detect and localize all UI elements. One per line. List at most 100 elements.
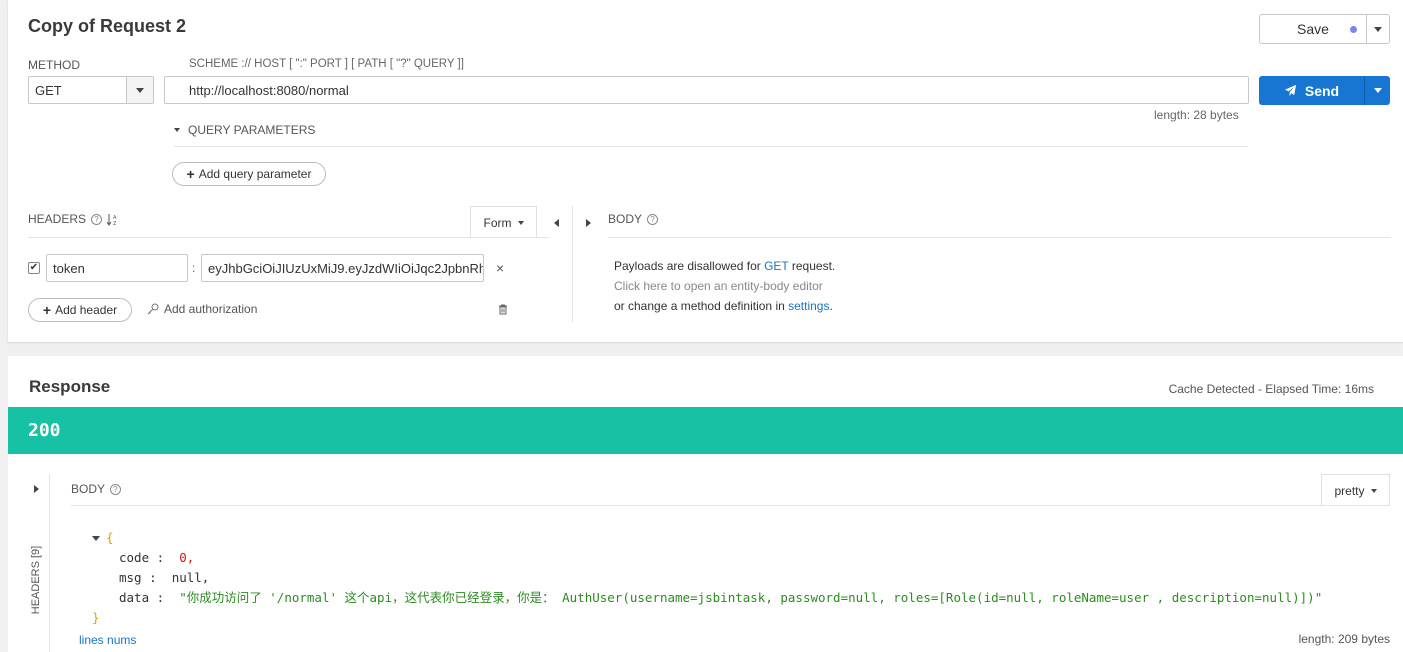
- body-change-suffix: .: [829, 299, 833, 313]
- save-button-group: Save: [1259, 14, 1390, 44]
- settings-link[interactable]: settings: [788, 299, 829, 313]
- expand-headers-button[interactable]: [34, 482, 39, 496]
- header-name-input[interactable]: token: [46, 254, 188, 282]
- remove-header-icon[interactable]: ×: [496, 260, 504, 276]
- lines-nums-link[interactable]: lines nums: [79, 633, 136, 647]
- format-select[interactable]: pretty: [1321, 474, 1390, 506]
- divider: [28, 237, 549, 238]
- headers-mode: Form: [483, 215, 512, 230]
- paper-plane-icon: [1284, 84, 1296, 97]
- json-viewer: { code : 0, msg : null, data : "你成功访问了 '…: [92, 528, 1322, 628]
- sort-icon[interactable]: AZ: [107, 213, 119, 226]
- collapse-headers-button[interactable]: [554, 216, 559, 230]
- pane-splitter[interactable]: [572, 206, 573, 322]
- body-change-prefix: or change a method definition in: [614, 299, 789, 313]
- collapse-json-icon[interactable]: [92, 535, 100, 541]
- chevron-down-icon: [1370, 488, 1377, 493]
- json-root-line: {: [92, 528, 1322, 548]
- add-query-label: Add query parameter: [198, 167, 312, 181]
- body-msg-prefix: Payloads are disallowed for: [614, 259, 765, 273]
- request-title[interactable]: Copy of Request 2: [28, 16, 186, 37]
- url-input[interactable]: http://localhost:8080/normal: [164, 76, 1249, 104]
- add-authorization-link[interactable]: Add authorization: [147, 302, 257, 316]
- cache-info: Cache Detected - Elapsed Time: 16ms: [1168, 382, 1374, 396]
- json-value-string[interactable]: "你成功访问了 '/normal' 这个api，这代表你已经登录，你是： Aut…: [179, 590, 1322, 605]
- chevron-right-icon: [586, 219, 591, 227]
- body-msg-line-1: Payloads are disallowed for GET request.: [614, 256, 835, 276]
- headers-heading: HEADERS ? AZ: [28, 212, 119, 226]
- send-button-group: Send: [1259, 76, 1390, 105]
- url-length: length: 28 bytes: [1154, 108, 1239, 122]
- method-dropdown-toggle[interactable]: [126, 77, 153, 103]
- body-msg-method: GET: [764, 259, 789, 273]
- header-separator: :: [192, 261, 196, 275]
- json-key: code: [119, 550, 150, 565]
- response-body-heading: BODY ?: [71, 482, 122, 496]
- chevron-down-icon: [1374, 26, 1382, 32]
- json-close-brace: }: [92, 610, 100, 625]
- trash-icon[interactable]: [498, 304, 508, 315]
- checkmark-icon: ✔: [29, 262, 39, 273]
- response-length: length: 209 bytes: [1298, 632, 1390, 646]
- add-header-label: Add header: [55, 303, 118, 317]
- add-header-button[interactable]: + Add header: [28, 298, 132, 322]
- chevron-down-icon: [174, 128, 180, 132]
- request-panel: Copy of Request 2 Save METHOD SCHEME ://…: [8, 0, 1403, 342]
- json-open-brace: {: [106, 530, 114, 545]
- method-select[interactable]: GET: [28, 76, 154, 104]
- divider: [49, 474, 50, 652]
- header-value-input[interactable]: eyJhbGciOiJIUzUxMiJ9.eyJzdWIiOiJqc2JpbnR…: [201, 254, 484, 282]
- save-dropdown-toggle[interactable]: [1367, 26, 1389, 32]
- help-icon[interactable]: ?: [110, 483, 122, 495]
- chevron-down-icon: [136, 87, 144, 93]
- json-key: data: [119, 590, 150, 605]
- response-body-label: BODY: [71, 482, 106, 496]
- body-disabled-message: Payloads are disallowed for GET request.…: [614, 256, 835, 316]
- method-value: GET: [35, 82, 62, 98]
- expand-body-button[interactable]: [586, 216, 591, 230]
- query-params-label: QUERY PARAMETERS: [188, 123, 316, 137]
- json-field: data : "你成功访问了 '/normal' 这个api，这代表你已经登录，…: [119, 590, 1323, 605]
- body-heading: BODY ?: [608, 212, 659, 226]
- json-close-line: }: [92, 608, 1322, 628]
- send-label: Send: [1304, 82, 1340, 99]
- divider: [174, 146, 1248, 147]
- unsaved-dot-icon: [1350, 26, 1357, 33]
- chevron-right-icon: [34, 485, 39, 493]
- body-msg-line-3: or change a method definition in setting…: [614, 296, 835, 316]
- open-body-editor-link[interactable]: Click here to open an entity-body editor: [614, 276, 835, 296]
- headers-side-tab[interactable]: HEADERS [9]: [30, 545, 42, 615]
- json-field: code : 0,: [119, 550, 195, 565]
- response-panel: Response Cache Detected - Elapsed Time: …: [8, 356, 1403, 652]
- add-query-parameter-button[interactable]: + Add query parameter: [172, 162, 326, 186]
- chevron-left-icon: [554, 219, 559, 227]
- query-params-toggle[interactable]: QUERY PARAMETERS: [174, 123, 315, 137]
- response-title: Response: [29, 377, 111, 396]
- json-key: msg: [119, 570, 142, 585]
- body-label: BODY: [608, 212, 643, 226]
- header-enabled-checkbox[interactable]: ✔: [28, 262, 40, 274]
- send-dropdown-toggle[interactable]: [1365, 76, 1390, 105]
- chevron-down-icon: [517, 220, 524, 225]
- status-bar: 200: [8, 407, 1403, 454]
- divider: [608, 237, 1391, 238]
- send-button[interactable]: Send: [1259, 76, 1365, 105]
- svg-text:Z: Z: [113, 221, 117, 226]
- format-value: pretty: [1334, 483, 1365, 498]
- plus-icon: +: [42, 302, 52, 318]
- headers-label: HEADERS: [28, 212, 87, 226]
- save-label: Save: [1297, 21, 1329, 37]
- status-code: 200: [28, 420, 61, 441]
- divider: [71, 505, 1390, 506]
- add-auth-label: Add authorization: [164, 302, 258, 316]
- help-icon[interactable]: ?: [647, 213, 659, 225]
- json-value-null: null,: [171, 570, 210, 585]
- help-icon[interactable]: ?: [91, 213, 103, 225]
- json-field: msg : null,: [119, 570, 210, 585]
- body-msg-suffix: request.: [788, 259, 836, 273]
- save-button[interactable]: Save: [1260, 15, 1367, 43]
- method-label: METHOD: [28, 58, 80, 72]
- json-value-number: 0,: [179, 550, 195, 565]
- url-hint: SCHEME :// HOST [ ":" PORT ] [ PATH [ "?…: [189, 58, 464, 70]
- headers-mode-select[interactable]: Form: [470, 206, 537, 238]
